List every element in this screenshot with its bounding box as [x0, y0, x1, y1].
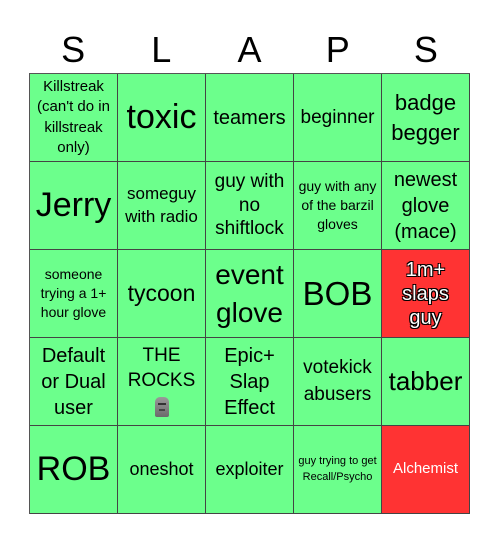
cell-label: teamers — [213, 106, 286, 129]
bingo-board: Killstreak (can't do in killstreak only)… — [29, 73, 470, 514]
cell-label: someone trying a 1+ hour glove — [40, 266, 107, 320]
cell-label: THE ROCKS — [127, 345, 196, 392]
cell-label: ROB — [36, 449, 111, 488]
bingo-cell[interactable]: exploiter — [206, 426, 294, 514]
header-letter-a: A — [237, 29, 262, 70]
header-letter-s2: S — [413, 29, 438, 70]
header-letter-p: P — [325, 29, 350, 70]
cell-label: newest glove (mace) — [393, 168, 458, 243]
cell-label: exploiter — [215, 459, 284, 480]
moai-icon — [154, 396, 169, 417]
cell-label: 1m+ slaps guy — [402, 258, 449, 329]
cell-label: toxic — [126, 97, 197, 136]
bingo-cell[interactable]: votekick abusers — [294, 338, 382, 426]
bingo-cell[interactable]: beginner — [294, 74, 382, 162]
bingo-cell[interactable]: toxic — [118, 74, 206, 162]
cell-label: Killstreak (can't do in killstreak only) — [37, 78, 110, 156]
bingo-cell[interactable]: oneshot — [118, 426, 206, 514]
cell-label: guy with any of the barzil gloves — [298, 178, 377, 232]
cell-label: Jerry — [35, 185, 112, 224]
bingo-cell[interactable]: someguy with radio — [118, 162, 206, 250]
header-letter-l: L — [151, 29, 172, 70]
cell-label: badge begger — [391, 89, 460, 145]
cell-label: guy trying to get Recall/Psycho — [298, 454, 377, 483]
bingo-cell[interactable]: guy with no shiftlock — [206, 162, 294, 250]
cell-label: someguy with radio — [125, 183, 198, 226]
bingo-cell[interactable]: newest glove (mace) — [382, 162, 470, 250]
header-letter-s1: S — [61, 29, 86, 70]
bingo-cell[interactable]: Epic+ Slap Effect — [206, 338, 294, 426]
bingo-cell[interactable]: guy with any of the barzil gloves — [294, 162, 382, 250]
cell-label: tabber — [388, 365, 463, 396]
bingo-cell[interactable]: ROB — [30, 426, 118, 514]
bingo-cell-special[interactable]: Alchemist — [382, 426, 470, 514]
bingo-cell[interactable]: Jerry — [30, 162, 118, 250]
bingo-header: S L A P S — [29, 28, 470, 72]
cell-label: beginner — [300, 106, 375, 128]
cell-label: event glove — [215, 258, 284, 328]
bingo-cell[interactable]: Killstreak (can't do in killstreak only) — [30, 74, 118, 162]
bingo-cell[interactable]: guy trying to get Recall/Psycho — [294, 426, 382, 514]
cell-label: Alchemist — [392, 460, 459, 478]
bingo-cell-special[interactable]: 1m+ slaps guy — [382, 250, 470, 338]
bingo-cell[interactable]: Default or Dual user — [30, 338, 118, 426]
bingo-cell[interactable]: teamers — [206, 74, 294, 162]
bingo-cell[interactable]: event glove — [206, 250, 294, 338]
bingo-cell[interactable]: someone trying a 1+ hour glove — [30, 250, 118, 338]
cell-label: Default or Dual user — [41, 344, 106, 419]
bingo-cell[interactable]: THE ROCKS — [118, 338, 206, 426]
bingo-cell[interactable]: BOB — [294, 250, 382, 338]
cell-label: votekick abusers — [303, 356, 372, 405]
cell-label: Epic+ Slap Effect — [224, 344, 275, 419]
bingo-cell[interactable]: tabber — [382, 338, 470, 426]
cell-label: guy with no shiftlock — [214, 170, 285, 240]
cell-label: tycoon — [127, 280, 196, 307]
bingo-cell[interactable]: tycoon — [118, 250, 206, 338]
cell-label: oneshot — [129, 459, 194, 480]
bingo-cell[interactable]: badge begger — [382, 74, 470, 162]
cell-label: BOB — [302, 274, 373, 312]
